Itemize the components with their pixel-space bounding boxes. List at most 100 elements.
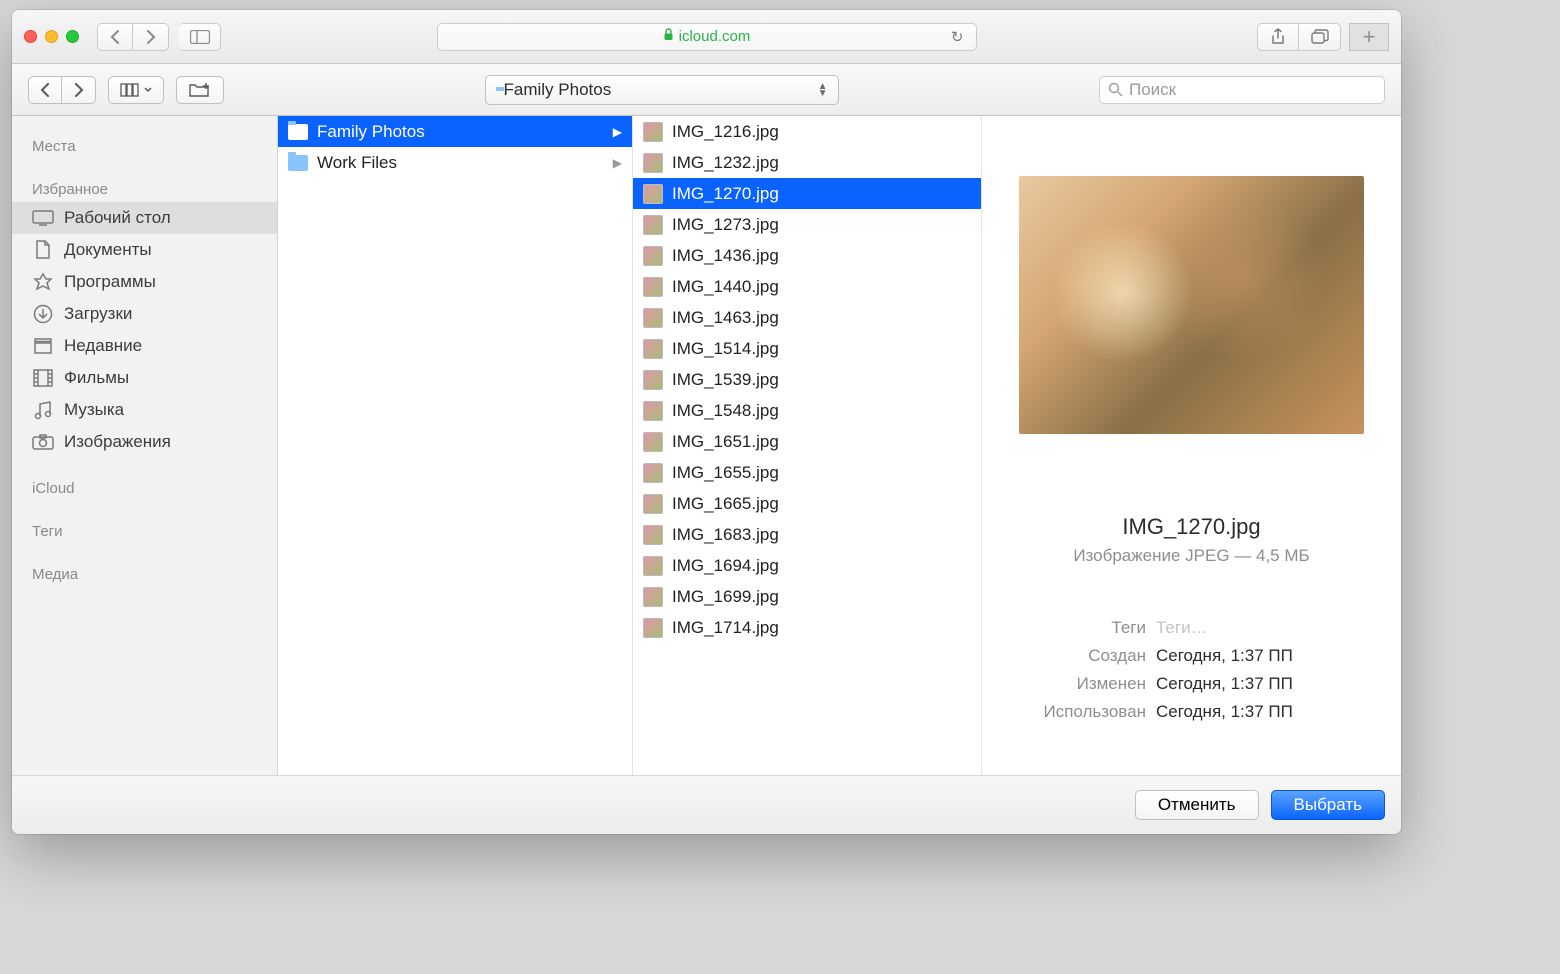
file-thumbnail-icon [643,122,663,142]
file-thumbnail-icon [643,277,663,297]
file-label: IMG_1655.jpg [672,463,779,483]
new-tab-button[interactable]: + [1349,23,1389,51]
file-label: IMG_1548.jpg [672,401,779,421]
desktop-icon [32,208,54,228]
preview-pane: IMG_1270.jpg Изображение JPEG — 4,5 МБ Т… [982,116,1401,775]
sidebar-item-label: Программы [64,272,156,292]
sidebar-item-doc[interactable]: Документы [12,234,277,266]
download-icon [32,304,54,324]
chevron-right-icon: ▶ [613,156,622,170]
file-row[interactable]: IMG_1440.jpg [633,271,981,302]
file-picker-window: icloud.com ↻ + Family Photos ▲▼ Поиск [12,10,1401,834]
updown-icon: ▲▼ [818,83,828,97]
sidebar-toggle-group [179,23,221,51]
share-button[interactable] [1257,23,1299,51]
file-label: IMG_1665.jpg [672,494,779,514]
meta-used-label: Использован [1006,702,1156,722]
file-label: IMG_1683.jpg [672,525,779,545]
file-thumbnail-icon [643,339,663,359]
finder-toolbar: Family Photos ▲▼ Поиск [12,64,1401,116]
movie-icon [32,368,54,388]
sidebar-item-movie[interactable]: Фильмы [12,362,277,394]
folder-row[interactable]: Family Photos▶ [278,116,632,147]
file-label: IMG_1436.jpg [672,246,779,266]
meta-modified-value: Сегодня, 1:37 ПП [1156,674,1377,694]
choose-button[interactable]: Выбрать [1271,790,1385,820]
sidebar-section-header: Медиа [12,560,277,587]
file-row[interactable]: IMG_1273.jpg [633,209,981,240]
sidebar-item-download[interactable]: Загрузки [12,298,277,330]
file-label: IMG_1651.jpg [672,432,779,452]
finder-forward-button[interactable] [62,76,96,104]
finder-nav-buttons [28,76,96,104]
cancel-button[interactable]: Отменить [1135,790,1259,820]
tabs-button[interactable] [1299,23,1341,51]
file-label: IMG_1699.jpg [672,587,779,607]
file-row[interactable]: IMG_1539.jpg [633,364,981,395]
recent-icon [32,336,54,356]
file-row[interactable]: IMG_1683.jpg [633,519,981,550]
meta-tags-value[interactable]: Теги… [1156,618,1377,638]
file-row[interactable]: IMG_1436.jpg [633,240,981,271]
sidebar-item-photo[interactable]: Изображения [12,426,277,458]
close-window-button[interactable] [24,30,37,43]
file-row[interactable]: IMG_1548.jpg [633,395,981,426]
file-row[interactable]: IMG_1232.jpg [633,147,981,178]
file-row[interactable]: IMG_1694.jpg [633,550,981,581]
meta-tags-label: Теги [1006,618,1156,638]
file-label: IMG_1714.jpg [672,618,779,638]
sidebar-toggle-button[interactable] [179,23,221,51]
chevron-down-icon [144,87,152,93]
sidebar-section-header: Избранное [12,175,277,202]
dialog-footer: Отменить Выбрать [12,776,1401,834]
search-field[interactable]: Поиск [1099,76,1385,104]
meta-created-label: Создан [1006,646,1156,666]
finder-back-button[interactable] [28,76,62,104]
sidebar-section-header: Места [12,132,277,159]
file-label: IMG_1514.jpg [672,339,779,359]
minimize-window-button[interactable] [45,30,58,43]
file-row[interactable]: IMG_1651.jpg [633,426,981,457]
column-files: IMG_1216.jpgIMG_1232.jpgIMG_1270.jpgIMG_… [633,116,982,775]
browser-forward-button[interactable] [133,23,169,51]
file-thumbnail-icon [643,556,663,576]
sidebar-item-label: Недавние [64,336,142,356]
file-row[interactable]: IMG_1216.jpg [633,116,981,147]
file-row[interactable]: IMG_1655.jpg [633,457,981,488]
search-icon [1108,82,1123,97]
meta-used-value: Сегодня, 1:37 ПП [1156,702,1377,722]
url-host: icloud.com [679,28,751,45]
file-row[interactable]: IMG_1514.jpg [633,333,981,364]
file-row[interactable]: IMG_1463.jpg [633,302,981,333]
file-row[interactable]: IMG_1270.jpg [633,178,981,209]
address-bar[interactable]: icloud.com ↻ [437,23,977,51]
folder-icon [288,124,308,140]
file-thumbnail-icon [643,525,663,545]
zoom-window-button[interactable] [66,30,79,43]
folder-icon [288,155,308,171]
browser-back-button[interactable] [97,23,133,51]
sidebar-item-app[interactable]: Программы [12,266,277,298]
file-thumbnail-icon [643,401,663,421]
file-thumbnail-icon [643,153,663,173]
file-row[interactable]: IMG_1699.jpg [633,581,981,612]
path-dropdown[interactable]: Family Photos ▲▼ [485,75,839,105]
file-label: IMG_1539.jpg [672,370,779,390]
file-thumbnail-icon [643,463,663,483]
browser-right-buttons [1257,23,1341,51]
sidebar-item-label: Фильмы [64,368,129,388]
music-icon [32,400,54,420]
file-row[interactable]: IMG_1714.jpg [633,612,981,643]
sidebar-item-recent[interactable]: Недавние [12,330,277,362]
sidebar-item-desktop[interactable]: Рабочий стол [12,202,277,234]
reload-icon[interactable]: ↻ [951,28,964,46]
preview-metadata: ТегиТеги… СозданСегодня, 1:37 ПП Изменен… [1006,614,1377,726]
nav-history-buttons [97,23,169,51]
view-mode-button[interactable] [108,76,164,104]
path-label: Family Photos [504,80,612,100]
file-row[interactable]: IMG_1665.jpg [633,488,981,519]
new-folder-button[interactable] [176,76,224,104]
file-label: IMG_1232.jpg [672,153,779,173]
folder-row[interactable]: Work Files▶ [278,147,632,178]
sidebar-item-music[interactable]: Музыка [12,394,277,426]
